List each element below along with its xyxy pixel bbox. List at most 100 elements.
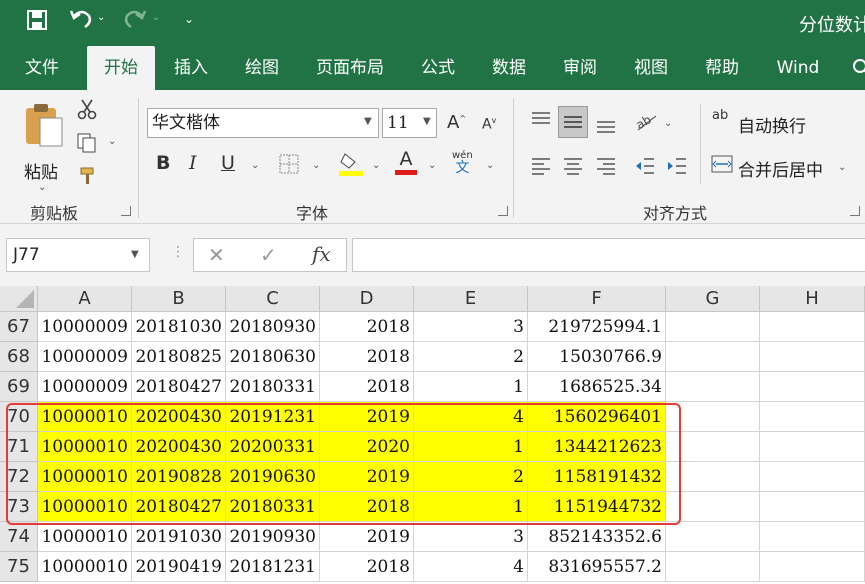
table-cell[interactable]: 10000009 <box>38 312 132 342</box>
merge-dropdown-icon[interactable]: ⌄ <box>838 162 846 173</box>
column-header-h[interactable]: H <box>760 286 865 312</box>
table-cell[interactable] <box>666 522 760 552</box>
table-cell[interactable]: 20181030 <box>132 312 226 342</box>
table-cell[interactable]: 1 <box>414 372 528 402</box>
tab-review[interactable]: 审阅 <box>552 46 608 90</box>
row-header[interactable]: 73 <box>0 492 38 522</box>
table-cell[interactable]: 10000010 <box>38 462 132 492</box>
table-cell[interactable] <box>760 552 865 582</box>
table-cell[interactable]: 20180331 <box>226 492 320 522</box>
table-cell[interactable]: 2019 <box>320 462 414 492</box>
table-cell[interactable] <box>760 312 865 342</box>
table-cell[interactable]: 20180331 <box>226 372 320 402</box>
table-cell[interactable] <box>760 432 865 462</box>
table-cell[interactable]: 20200331 <box>226 432 320 462</box>
redo-dropdown-icon[interactable]: ⌄ <box>152 12 160 23</box>
table-cell[interactable]: 2 <box>414 342 528 372</box>
tab-wind[interactable]: Wind <box>768 46 828 90</box>
table-cell[interactable]: 2020 <box>320 432 414 462</box>
align-left-icon[interactable] <box>530 156 552 181</box>
table-cell[interactable]: 1151944732 <box>528 492 666 522</box>
tab-draw[interactable]: 绘图 <box>233 46 291 90</box>
copy-dropdown-icon[interactable]: ⌄ <box>108 136 116 147</box>
customize-qat-icon[interactable]: ⌄ <box>184 12 194 26</box>
table-cell[interactable]: 10000010 <box>38 552 132 582</box>
table-cell[interactable] <box>760 372 865 402</box>
table-cell[interactable]: 10000009 <box>38 342 132 372</box>
borders-dropdown-icon[interactable]: ⌄ <box>312 160 320 171</box>
column-header-g[interactable]: G <box>666 286 760 312</box>
table-cell[interactable]: 20190630 <box>226 462 320 492</box>
table-cell[interactable]: 219725994.1 <box>528 312 666 342</box>
wrap-text-button[interactable]: 自动换行 <box>738 112 806 137</box>
cancel-icon[interactable]: ✕ <box>208 243 225 267</box>
table-cell[interactable]: 1 <box>414 432 528 462</box>
name-box[interactable]: J77 <box>6 238 150 272</box>
table-cell[interactable]: 10000010 <box>38 402 132 432</box>
font-color-dropdown-icon[interactable]: ⌄ <box>428 160 436 171</box>
formula-bar-grip-icon[interactable]: ⋮ <box>171 244 185 260</box>
table-cell[interactable]: 20180427 <box>132 492 226 522</box>
table-cell[interactable] <box>666 462 760 492</box>
tab-page-layout[interactable]: 页面布局 <box>307 46 393 90</box>
table-cell[interactable]: 10000010 <box>38 432 132 462</box>
name-box-dropdown-icon[interactable]: ▼ <box>131 249 139 260</box>
phonetic-dropdown-icon[interactable]: ⌄ <box>486 160 494 171</box>
table-cell[interactable] <box>666 312 760 342</box>
orientation-dropdown-icon[interactable]: ⌄ <box>664 118 672 129</box>
table-cell[interactable]: 4 <box>414 552 528 582</box>
table-cell[interactable] <box>666 432 760 462</box>
table-cell[interactable] <box>666 372 760 402</box>
table-cell[interactable]: 20200430 <box>132 402 226 432</box>
align-bottom-icon[interactable] <box>595 114 617 139</box>
align-top-icon[interactable] <box>530 110 552 135</box>
fill-color-icon[interactable] <box>339 150 363 181</box>
table-cell[interactable]: 2018 <box>320 372 414 402</box>
table-cell[interactable] <box>760 522 865 552</box>
table-cell[interactable]: 20191030 <box>132 522 226 552</box>
tab-formulas[interactable]: 公式 <box>410 46 466 90</box>
table-cell[interactable]: 20180427 <box>132 372 226 402</box>
undo-dropdown-icon[interactable]: ⌄ <box>97 12 105 23</box>
table-cell[interactable]: 20180630 <box>226 342 320 372</box>
table-cell[interactable]: 1344212623 <box>528 432 666 462</box>
merge-center-button[interactable]: 合并后居中 <box>738 156 823 181</box>
table-cell[interactable] <box>760 462 865 492</box>
table-cell[interactable]: 1 <box>414 492 528 522</box>
align-center-icon[interactable] <box>562 156 584 181</box>
table-cell[interactable]: 15030766.9 <box>528 342 666 372</box>
underline-button[interactable]: U <box>221 152 235 174</box>
font-color-icon[interactable]: A <box>395 148 417 175</box>
align-right-icon[interactable] <box>595 156 617 181</box>
table-cell[interactable] <box>666 552 760 582</box>
row-header[interactable]: 71 <box>0 432 38 462</box>
column-header-a[interactable]: A <box>38 286 132 312</box>
column-header-c[interactable]: C <box>226 286 320 312</box>
table-cell[interactable] <box>666 342 760 372</box>
table-cell[interactable] <box>666 492 760 522</box>
decrease-indent-icon[interactable] <box>634 156 656 181</box>
table-cell[interactable]: 2018 <box>320 312 414 342</box>
table-cell[interactable] <box>760 342 865 372</box>
row-header[interactable]: 69 <box>0 372 38 402</box>
tab-insert[interactable]: 插入 <box>162 46 220 90</box>
merge-center-icon[interactable] <box>711 154 733 179</box>
table-cell[interactable]: 20180930 <box>226 312 320 342</box>
table-cell[interactable]: 20190419 <box>132 552 226 582</box>
save-icon[interactable] <box>26 9 48 36</box>
tab-view[interactable]: 视图 <box>623 46 679 90</box>
table-cell[interactable]: 2018 <box>320 342 414 372</box>
row-header[interactable]: 70 <box>0 402 38 432</box>
alignment-launcher-icon[interactable] <box>850 206 860 216</box>
table-cell[interactable]: 20181231 <box>226 552 320 582</box>
font-launcher-icon[interactable] <box>498 206 508 216</box>
row-header[interactable]: 72 <box>0 462 38 492</box>
table-cell[interactable]: 2018 <box>320 492 414 522</box>
table-cell[interactable]: 20200430 <box>132 432 226 462</box>
tab-file[interactable]: 文件 <box>14 46 70 90</box>
table-cell[interactable] <box>760 402 865 432</box>
table-cell[interactable]: 10000010 <box>38 522 132 552</box>
format-painter-icon[interactable] <box>78 166 98 191</box>
font-name-field[interactable]: 华文楷体 <box>147 108 379 138</box>
row-header[interactable]: 68 <box>0 342 38 372</box>
